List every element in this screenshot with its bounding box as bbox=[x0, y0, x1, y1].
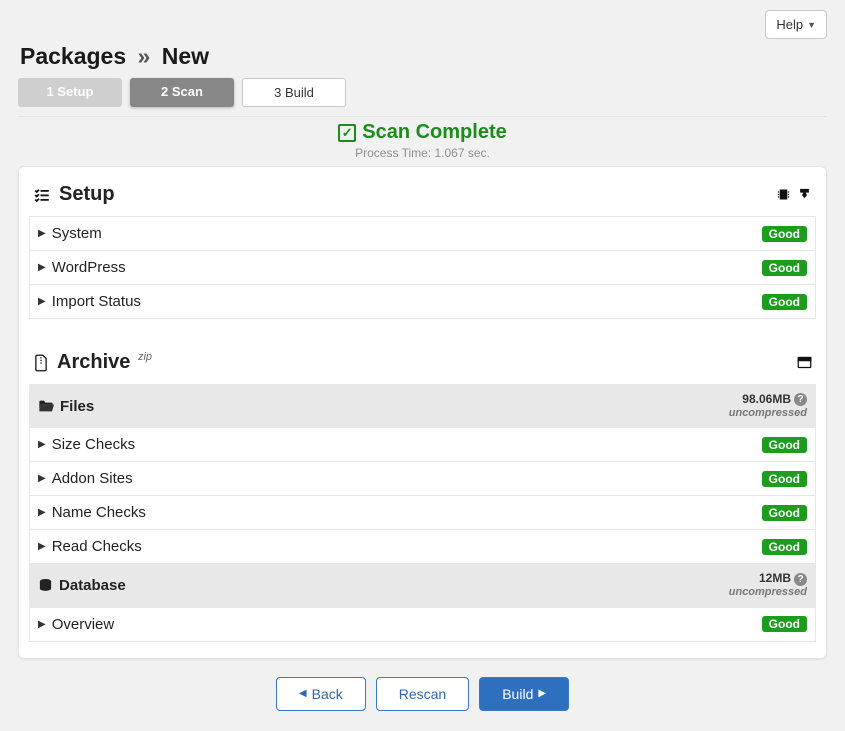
scan-process-time: Process Time: 1.067 sec. bbox=[18, 146, 827, 160]
status-badge: Good bbox=[762, 260, 807, 276]
scan-results-panel: Setup ▶System Good ▶WordPress Good ▶Impo… bbox=[18, 166, 827, 659]
archive-rows: Files 98.06MB ? uncompressed ▶Size Check… bbox=[19, 384, 826, 658]
chip-icon[interactable] bbox=[776, 187, 791, 202]
action-bar: ◀ Back Rescan Build ▶ bbox=[18, 677, 827, 711]
row-size-checks[interactable]: ▶Size Checks Good bbox=[29, 428, 816, 462]
row-addon-sites[interactable]: ▶Addon Sites Good bbox=[29, 462, 816, 496]
status-badge: Good bbox=[762, 294, 807, 310]
help-label: Help bbox=[776, 17, 803, 32]
row-overview[interactable]: ▶Overview Good bbox=[29, 608, 816, 642]
help-button[interactable]: Help ▼ bbox=[765, 10, 827, 39]
back-button[interactable]: ◀ Back bbox=[276, 677, 366, 711]
folder-open-icon bbox=[38, 399, 54, 413]
step-nav: 1 Setup 2 Scan 3 Build bbox=[18, 78, 827, 107]
download-icon[interactable] bbox=[797, 187, 812, 202]
build-button[interactable]: Build ▶ bbox=[479, 677, 569, 711]
step-scan[interactable]: 2 Scan bbox=[130, 78, 234, 107]
info-icon[interactable]: ? bbox=[794, 393, 807, 406]
breadcrumb: Packages » New bbox=[20, 43, 827, 70]
scan-complete-title: ✓ Scan Complete bbox=[338, 121, 506, 144]
triangle-left-icon: ◀ bbox=[299, 688, 307, 699]
group-database[interactable]: Database 12MB ? uncompressed bbox=[29, 564, 816, 607]
status-badge: Good bbox=[762, 437, 807, 453]
setup-section-title: Setup bbox=[59, 183, 115, 206]
breadcrumb-separator-icon: » bbox=[133, 43, 156, 69]
breadcrumb-root[interactable]: Packages bbox=[20, 43, 126, 69]
caret-right-icon: ▶ bbox=[38, 541, 46, 552]
setup-rows: ▶System Good ▶WordPress Good ▶Import Sta… bbox=[19, 216, 826, 335]
caret-right-icon: ▶ bbox=[38, 262, 46, 273]
window-icon[interactable] bbox=[797, 356, 812, 369]
row-name-checks[interactable]: ▶Name Checks Good bbox=[29, 496, 816, 530]
archive-section-head: Archive zip bbox=[19, 335, 826, 384]
archive-section-suffix: zip bbox=[138, 351, 152, 363]
group-files[interactable]: Files 98.06MB ? uncompressed bbox=[29, 384, 816, 428]
database-icon bbox=[38, 578, 53, 593]
list-check-icon bbox=[33, 186, 51, 204]
chevron-down-icon: ▼ bbox=[807, 20, 816, 30]
caret-right-icon: ▶ bbox=[38, 507, 46, 518]
file-archive-icon bbox=[33, 354, 49, 372]
breadcrumb-current: New bbox=[162, 43, 209, 69]
check-icon: ✓ bbox=[338, 124, 356, 142]
caret-right-icon: ▶ bbox=[38, 296, 46, 307]
info-icon[interactable]: ? bbox=[794, 573, 807, 586]
rescan-button[interactable]: Rescan bbox=[376, 677, 469, 711]
row-system[interactable]: ▶System Good bbox=[29, 216, 816, 251]
setup-section-head: Setup bbox=[19, 167, 826, 216]
status-badge: Good bbox=[762, 471, 807, 487]
step-build[interactable]: 3 Build bbox=[242, 78, 346, 107]
status-badge: Good bbox=[762, 539, 807, 555]
row-wordpress[interactable]: ▶WordPress Good bbox=[29, 251, 816, 285]
caret-right-icon: ▶ bbox=[38, 439, 46, 450]
caret-right-icon: ▶ bbox=[38, 228, 46, 239]
row-read-checks[interactable]: ▶Read Checks Good bbox=[29, 530, 816, 564]
row-import-status[interactable]: ▶Import Status Good bbox=[29, 285, 816, 319]
step-setup[interactable]: 1 Setup bbox=[18, 78, 122, 107]
status-badge: Good bbox=[762, 226, 807, 242]
status-badge: Good bbox=[762, 505, 807, 521]
caret-right-icon: ▶ bbox=[38, 473, 46, 484]
archive-section-title: Archive bbox=[57, 351, 130, 373]
triangle-right-icon: ▶ bbox=[538, 688, 546, 699]
caret-right-icon: ▶ bbox=[38, 619, 46, 630]
